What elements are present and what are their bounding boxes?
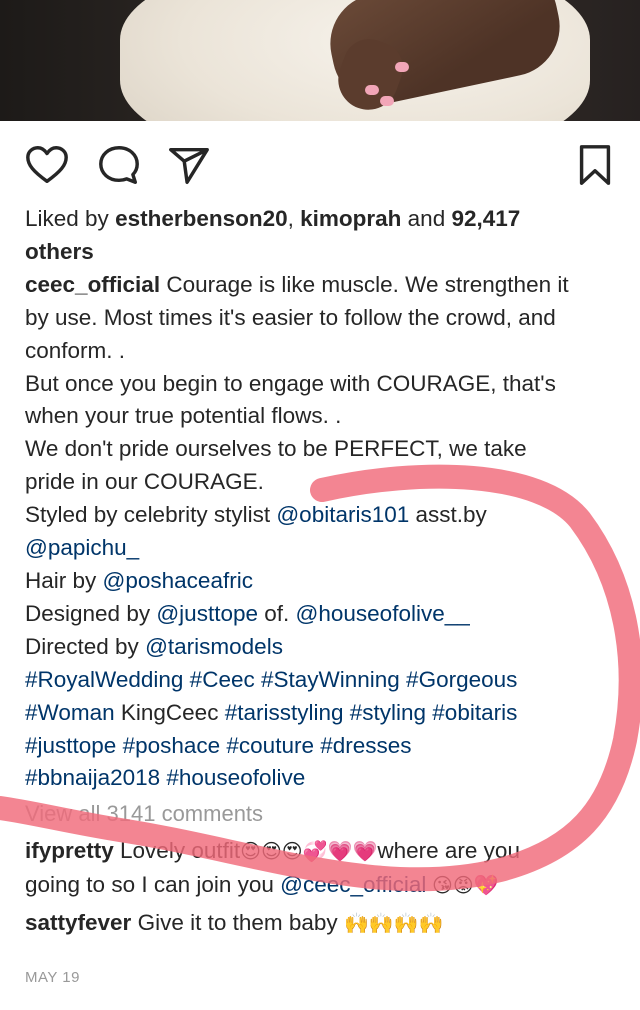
post-photo[interactable]: [0, 0, 640, 121]
post-action-bar: [0, 130, 640, 200]
caption-text: Courage is like muscle. We strengthen it: [160, 271, 569, 297]
mention-link[interactable]: @poshaceafric: [103, 568, 253, 593]
comment-item: sattyfever Give it to them baby 🙌🙌🙌🙌: [25, 907, 625, 941]
post-text-area: Liked by estherbenson20, kimoprah and 92…: [25, 203, 625, 941]
caption-text: Directed by: [25, 633, 146, 659]
mention-link[interactable]: @justtope: [156, 601, 258, 626]
likes-summary: Liked by estherbenson20, kimoprah and 92…: [25, 203, 625, 269]
photo-nail: [365, 85, 379, 95]
comment-bubble-icon[interactable]: [96, 142, 142, 188]
view-all-comments-link[interactable]: View all 3141 comments: [25, 797, 625, 831]
post-caption: ceec_official Courage is like muscle. We…: [25, 269, 625, 796]
mention-link[interactable]: @houseofolive__: [296, 601, 470, 626]
likes-prefix: Liked by: [25, 206, 116, 231]
photo-nail: [395, 62, 409, 72]
caption-text: by use. Most times it's easier to follow…: [25, 304, 556, 330]
comment-text: Give it to them baby: [131, 910, 344, 936]
comment-username[interactable]: sattyfever: [25, 910, 131, 935]
caption-text: We don't pride ourselves to be PERFECT, …: [25, 436, 527, 462]
mention-link[interactable]: @obitaris101: [276, 502, 409, 527]
caption-text: Designed by: [25, 600, 157, 626]
send-icon[interactable]: [166, 142, 212, 188]
post-date: MAY 19: [25, 969, 80, 986]
comment-text: Lovely outfit: [113, 838, 241, 864]
mention-link[interactable]: @papichu_: [25, 535, 139, 560]
bookmark-icon[interactable]: [572, 142, 618, 188]
mention-link[interactable]: @ceec_official: [280, 872, 426, 897]
comment-item: ifypretty Lovely outfit😍😍😍💞💗💗where are y…: [25, 835, 625, 903]
caption-text: But once you begin to engage with COURAG…: [25, 370, 556, 396]
comment-text: going to so I can join you: [25, 872, 281, 898]
caption-text: KingCeec: [114, 699, 225, 725]
comment-text: where are you: [377, 838, 520, 864]
photo-nail: [380, 96, 394, 106]
caption-text: when your true potential flows. .: [25, 403, 342, 429]
hashtag-line[interactable]: #RoyalWedding #Ceec #StayWinning #Gorgeo…: [25, 664, 625, 697]
likes-count[interactable]: 92,417: [451, 206, 520, 231]
liker-username[interactable]: kimoprah: [300, 206, 401, 231]
caption-text: of.: [258, 600, 296, 626]
caption-username[interactable]: ceec_official: [25, 272, 160, 297]
caption-text: asst.by: [409, 502, 487, 528]
hashtag-link[interactable]: #Woman: [25, 700, 115, 725]
caption-text: Hair by: [25, 567, 103, 593]
comment-emoji: 😍😍😍💞💗💗: [240, 841, 378, 864]
liker-username[interactable]: estherbenson20: [115, 206, 288, 231]
hashtag-line[interactable]: #justtope #poshace #couture #dresses: [25, 730, 625, 763]
comment-emoji: 🙌🙌🙌🙌: [343, 913, 444, 936]
likes-others[interactable]: others: [25, 236, 625, 269]
caption-text: conform. .: [25, 337, 126, 363]
heart-icon[interactable]: [24, 142, 70, 188]
comment-emoji: 😘😡💖: [426, 875, 499, 898]
caption-text: Styled by celebrity stylist: [25, 502, 277, 528]
hashtag-line[interactable]: #bbnaija2018 #houseofolive: [25, 762, 625, 795]
mention-link[interactable]: @tarismodels: [145, 634, 283, 659]
hashtag-line[interactable]: #tarisstyling #styling #obitaris: [225, 700, 518, 725]
likes-and: and: [401, 206, 452, 231]
caption-text: pride in our COURAGE.: [25, 469, 264, 495]
comment-username[interactable]: ifypretty: [25, 838, 114, 863]
likes-separator: ,: [287, 206, 301, 231]
